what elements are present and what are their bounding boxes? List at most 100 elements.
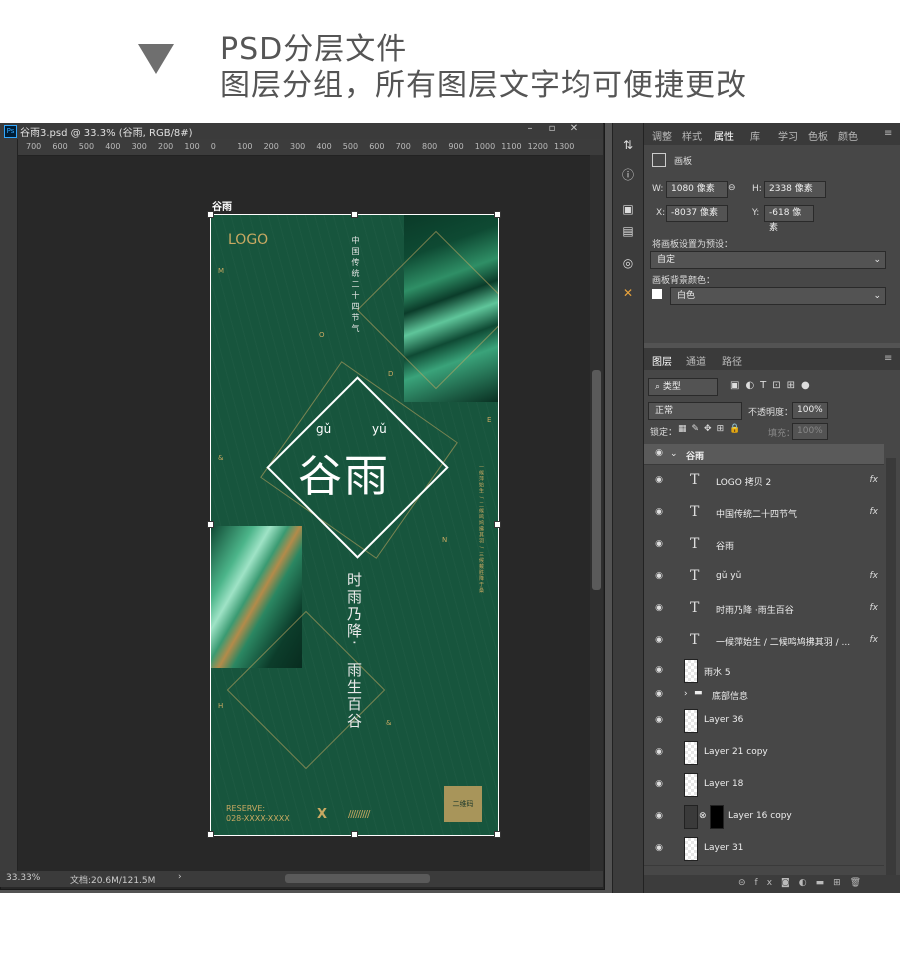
tab-adjustments[interactable]: 调整 <box>652 128 672 143</box>
filter-icons[interactable]: ▣◐T⊡⊞● <box>730 380 816 391</box>
properties-section-title: 画板 <box>674 157 693 167</box>
tab-properties[interactable]: 属性 <box>714 128 734 143</box>
text-layer-icon: T <box>690 472 700 488</box>
tab-layers[interactable]: 图层 <box>652 353 672 368</box>
layer-row[interactable]: ◉ › ▬ 底部信息 <box>644 685 884 706</box>
layer-row[interactable]: ◉ Layer 31 <box>644 833 884 866</box>
ruler-horizontal[interactable]: 700 600 500 400 300 200 100 0 100 200 300 400 500 600… <box>18 139 603 156</box>
layer-row[interactable]: ◉ Layer 21 copy <box>644 737 884 770</box>
document-title-bar[interactable]: Ps 谷雨3.psd @ 33.3% (谷雨, RGB/8#) – ▫ ✕ <box>0 123 603 139</box>
eye-icon[interactable]: ◉ <box>652 843 666 855</box>
layer-row[interactable]: ◉ T LOGO 拷贝 2 fx <box>644 465 884 498</box>
transform-handle[interactable] <box>351 831 358 838</box>
eye-icon[interactable]: ◉ <box>652 539 666 551</box>
layer-action-icons[interactable]: ⊝fx◙◐▬⊞🗑 <box>738 878 870 888</box>
eye-icon[interactable]: ◉ <box>652 689 666 701</box>
eye-icon[interactable]: ◉ <box>652 747 666 759</box>
tab-swatches[interactable]: 色板 <box>808 128 828 143</box>
eye-icon[interactable]: ◉ <box>652 603 666 615</box>
tab-styles[interactable]: 样式 <box>682 128 702 143</box>
tab-libraries[interactable]: 库 <box>750 128 760 143</box>
transform-handle[interactable] <box>207 521 214 528</box>
history-icon[interactable]: ⇅ <box>618 135 638 155</box>
ruler-number: 1000 <box>474 142 496 151</box>
layers-bottom-bar: ⊝fx◙◐▬⊞🗑 <box>644 875 900 893</box>
preset-select[interactable]: 自定 ⌄ <box>650 251 886 269</box>
panel-menu-icon[interactable]: ≡ <box>884 353 892 364</box>
transform-handle[interactable] <box>494 831 501 838</box>
bg-color-swatch[interactable] <box>652 289 662 299</box>
layer-fx-badge[interactable]: fx <box>870 507 879 517</box>
layers-scrollbar[interactable] <box>886 458 896 878</box>
y-label: Y: <box>752 208 760 218</box>
layer-row[interactable]: ◉ 雨水 5 <box>644 657 884 686</box>
eye-icon[interactable]: ◉ <box>652 448 666 460</box>
eye-icon[interactable]: ◉ <box>652 811 666 823</box>
artboard-label[interactable]: 谷雨 <box>212 198 232 213</box>
transform-handle[interactable] <box>494 211 501 218</box>
minimize-button[interactable]: – <box>520 123 540 137</box>
transform-handle[interactable] <box>207 831 214 838</box>
eye-icon[interactable]: ◉ <box>652 715 666 727</box>
width-field[interactable]: 1080 像素 <box>666 181 728 198</box>
ruler-vertical[interactable] <box>0 139 18 871</box>
eye-icon[interactable]: ◉ <box>652 665 666 677</box>
eye-icon[interactable]: ◉ <box>652 635 666 647</box>
text-layer-icon: T <box>690 632 700 648</box>
document-size[interactable]: 文档:20.6M/121.5M <box>70 873 155 886</box>
notes-icon[interactable]: ▤ <box>618 221 638 241</box>
layer-row[interactable]: ◉ ⊗ Layer 16 copy <box>644 801 884 834</box>
layer-mask-thumbnail[interactable] <box>710 805 724 829</box>
opacity-field[interactable]: 100% <box>792 402 828 419</box>
eye-icon[interactable]: ◉ <box>652 571 666 583</box>
ruler-number: 400 <box>105 142 121 151</box>
navigator-icon[interactable]: ▣ <box>618 199 638 219</box>
layer-fx-badge[interactable]: fx <box>870 475 879 485</box>
layer-group-row[interactable]: ◉ ⌄ 谷雨 <box>644 444 884 465</box>
fill-field[interactable]: 100% <box>792 423 828 440</box>
layer-fx-badge[interactable]: fx <box>870 571 879 581</box>
x-field[interactable]: -8037 像素 <box>666 205 728 222</box>
layer-row[interactable]: ◉ T 谷雨 <box>644 529 884 562</box>
layer-row[interactable]: ◉ T 中国传统二十四节气 fx <box>644 497 884 530</box>
tab-channels[interactable]: 通道 <box>686 353 706 368</box>
transform-handle[interactable] <box>351 211 358 218</box>
chevron-down-icon[interactable]: ⌄ <box>670 449 678 459</box>
tab-learn[interactable]: 学习 <box>778 128 798 143</box>
transform-handle[interactable] <box>207 211 214 218</box>
maximize-button[interactable]: ▫ <box>542 123 562 137</box>
tab-color[interactable]: 颜色 <box>838 128 858 143</box>
tab-paths[interactable]: 路径 <box>722 353 742 368</box>
chevron-right-icon[interactable]: › <box>684 689 688 699</box>
panel-menu-icon[interactable]: ≡ <box>884 128 892 139</box>
layer-filter-select[interactable]: ⌕ 类型 <box>648 378 718 396</box>
zoom-level[interactable]: 33.33% <box>6 873 40 883</box>
link-icon[interactable]: ⊖ <box>728 183 736 193</box>
horizontal-scroll-thumb[interactable] <box>285 874 430 883</box>
eye-icon[interactable]: ◉ <box>652 475 666 487</box>
lock-icons[interactable]: ▦✎✥⊞🔒 <box>678 424 745 434</box>
y-field[interactable]: -618 像素 <box>764 205 814 233</box>
layer-row[interactable]: ◉ T 时雨乃降 ·雨生百谷 fx <box>644 593 884 626</box>
transform-handle[interactable] <box>494 521 501 528</box>
text-layer-icon: T <box>690 536 700 552</box>
blend-mode-select[interactable]: 正常 <box>648 402 742 420</box>
close-button[interactable]: ✕ <box>564 123 584 137</box>
vertical-scroll-thumb[interactable] <box>592 370 601 590</box>
tool-presets-icon[interactable]: ✕ <box>618 283 638 303</box>
layer-name: 中国传统二十四节气 <box>716 510 798 520</box>
bg-color-select[interactable]: 白色 ⌄ <box>670 287 886 305</box>
info-icon[interactable]: ⓘ <box>618 165 638 185</box>
eye-icon[interactable]: ◉ <box>652 507 666 519</box>
layer-row[interactable]: ◉ T 一候萍始生 / 二候鸣鸠拂其羽 / ... fx <box>644 625 884 658</box>
layer-row[interactable]: ◉ Layer 18 <box>644 769 884 802</box>
layer-fx-badge[interactable]: fx <box>870 603 879 613</box>
layer-row[interactable]: ◉ Layer 36 <box>644 705 884 738</box>
brush-settings-icon[interactable]: ◎ <box>618 253 638 273</box>
layer-row[interactable]: ◉ Tgǔ yǔ fx <box>644 561 884 594</box>
layer-fx-badge[interactable]: fx <box>870 635 879 645</box>
chevron-right-icon[interactable]: › <box>178 872 182 882</box>
eye-icon[interactable]: ◉ <box>652 779 666 791</box>
height-field[interactable]: 2338 像素 <box>764 181 826 198</box>
panel-icon-strip: ⇅ ⓘ ▣ ▤ ◎ ✕ <box>612 123 644 893</box>
